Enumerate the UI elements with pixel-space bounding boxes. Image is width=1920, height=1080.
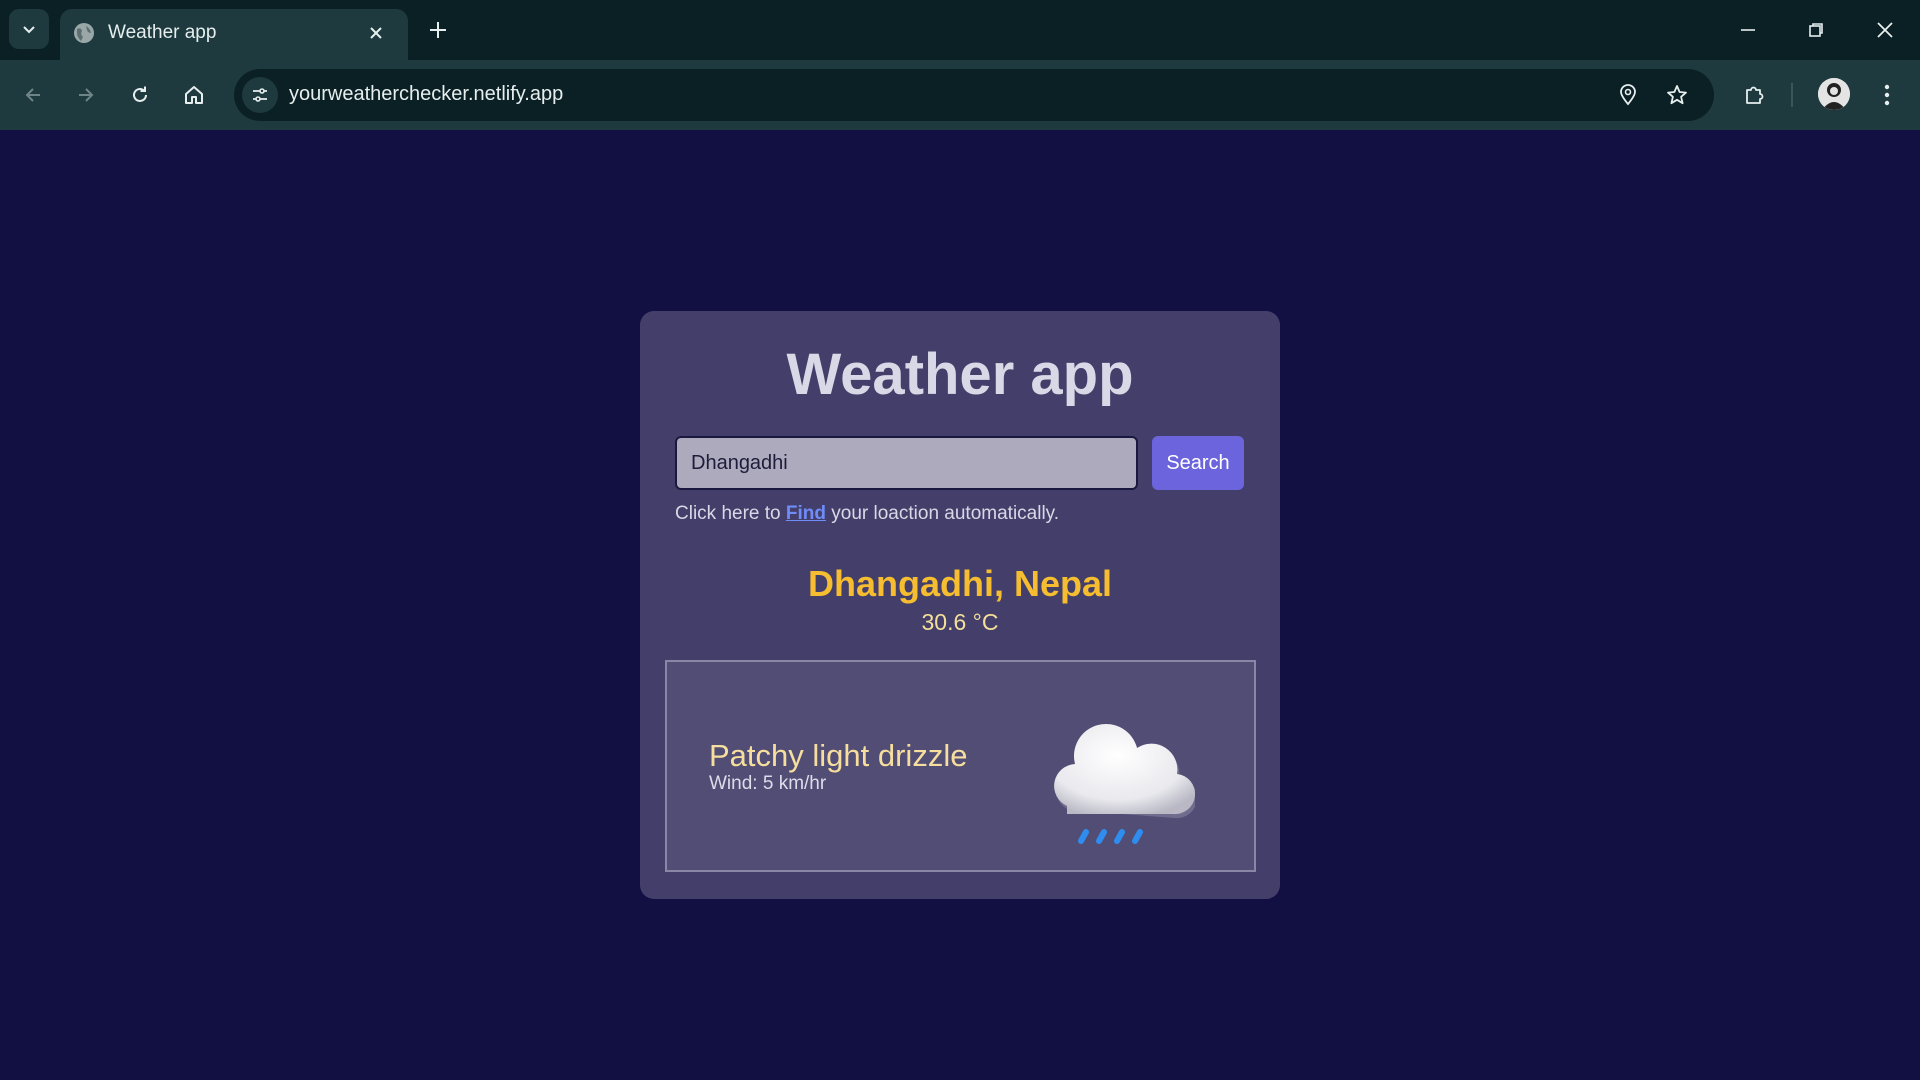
- globe-icon: [74, 23, 94, 43]
- tab-search-button[interactable]: [9, 9, 49, 49]
- new-tab-button[interactable]: [422, 14, 454, 46]
- chevron-down-icon: [23, 26, 35, 34]
- find-hint-prefix: Click here to: [675, 503, 781, 524]
- arrow-right-icon: [79, 88, 94, 102]
- close-window-button[interactable]: [1861, 8, 1909, 52]
- arrow-left-icon: [25, 88, 40, 102]
- find-hint-suffix: your loaction automatically.: [831, 503, 1060, 524]
- forward-button[interactable]: [66, 75, 106, 115]
- browser-tab-bar: Weather app: [0, 0, 1920, 60]
- site-info-button[interactable]: [242, 77, 278, 113]
- restore-icon: [1809, 23, 1823, 37]
- puzzle-icon: [1746, 86, 1764, 104]
- tab-close-button[interactable]: [362, 19, 390, 47]
- reload-icon: [133, 86, 147, 102]
- search-button[interactable]: Search: [1152, 436, 1244, 490]
- home-button[interactable]: [174, 75, 214, 115]
- restore-button[interactable]: [1792, 8, 1840, 52]
- page-title: Weather app: [786, 342, 1134, 407]
- temperature-value: 30.6 °C: [921, 609, 999, 635]
- reload-button[interactable]: [120, 75, 160, 115]
- location-name: Dhangadhi, Nepal: [807, 563, 1113, 604]
- find-location-hint: Click here to Find your loaction automat…: [675, 503, 1059, 525]
- light-rain-cloud-icon: [1054, 724, 1195, 844]
- close-icon: [370, 27, 382, 39]
- minimize-button[interactable]: [1724, 8, 1772, 52]
- star-icon: [1667, 85, 1687, 105]
- browser-toolbar: yourweatherchecker.netlify.app: [0, 60, 1920, 130]
- location-pin-icon: [1620, 84, 1636, 106]
- wind-speed: Wind: 5 km/hr: [709, 773, 827, 794]
- city-search-input[interactable]: [675, 436, 1138, 490]
- minimize-icon: [1741, 29, 1755, 31]
- address-bar[interactable]: yourweatherchecker.netlify.app: [234, 69, 1714, 121]
- back-button[interactable]: [13, 75, 53, 115]
- location-permission-button[interactable]: [1612, 79, 1644, 111]
- browser-tab-active[interactable]: Weather app: [60, 9, 408, 60]
- bookmark-button[interactable]: [1661, 79, 1693, 111]
- toolbar-divider: [1791, 83, 1793, 107]
- weather-card: Weather app Search Click here to Find yo…: [640, 311, 1280, 899]
- more-vertical-icon: [1884, 84, 1890, 106]
- tune-icon: [253, 88, 267, 102]
- weather-condition: Patchy light drizzle: [709, 738, 968, 773]
- profile-avatar[interactable]: [1818, 78, 1850, 110]
- weather-details-panel: Patchy light drizzle Wind: 5 km/hr: [665, 660, 1256, 872]
- plus-icon: [430, 22, 446, 38]
- browser-menu-button[interactable]: [1867, 75, 1907, 115]
- avatar-icon: [1818, 78, 1850, 110]
- close-icon: [1877, 22, 1893, 38]
- tab-title: Weather app: [108, 22, 217, 43]
- find-location-link[interactable]: Find: [786, 503, 826, 524]
- url-text[interactable]: yourweatherchecker.netlify.app: [289, 83, 563, 106]
- extensions-button[interactable]: [1734, 75, 1774, 115]
- home-icon: [185, 86, 203, 104]
